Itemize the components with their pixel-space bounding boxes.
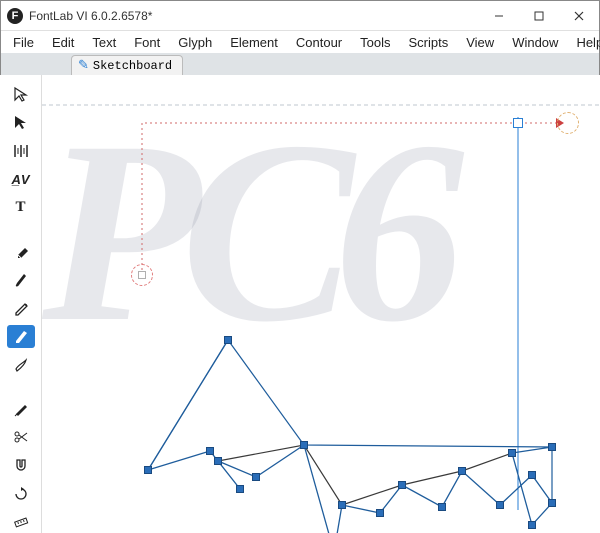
window-title: FontLab VI 6.0.2.6578*	[29, 9, 479, 23]
menu-window[interactable]: Window	[504, 33, 566, 52]
path-node[interactable]	[548, 499, 556, 507]
app-icon: F	[7, 8, 23, 24]
path-node[interactable]	[508, 449, 516, 457]
window-controls	[479, 1, 599, 31]
menu-view[interactable]: View	[458, 33, 502, 52]
tool-rail: A̲V T	[0, 75, 42, 533]
path-node[interactable]	[224, 336, 232, 344]
path-node[interactable]	[528, 521, 536, 529]
menu-glyph[interactable]: Glyph	[170, 33, 220, 52]
path-node[interactable]	[214, 457, 222, 465]
path-node[interactable]	[548, 443, 556, 451]
path-node[interactable]	[206, 447, 214, 455]
menu-element[interactable]: Element	[222, 33, 286, 52]
path-node[interactable]	[458, 467, 466, 475]
menu-font[interactable]: Font	[126, 33, 168, 52]
menu-file[interactable]: File	[5, 33, 42, 52]
tab-label: Sketchboard	[93, 59, 172, 73]
tool-select-outline[interactable]	[7, 83, 35, 105]
tab-strip: ✎ Sketchboard	[1, 53, 599, 75]
sketchboard-icon: ✎	[78, 58, 89, 73]
minimize-button[interactable]	[479, 1, 519, 31]
path-node[interactable]	[528, 471, 536, 479]
menu-tools[interactable]: Tools	[352, 33, 398, 52]
selection-handle[interactable]	[513, 118, 523, 128]
canvas[interactable]: PC6	[42, 75, 600, 533]
menu-contour[interactable]: Contour	[288, 33, 350, 52]
close-button[interactable]	[559, 1, 599, 31]
tool-text[interactable]: T	[7, 196, 35, 218]
path-node[interactable]	[300, 441, 308, 449]
menu-bar: File Edit Text Font Glyph Element Contou…	[1, 31, 599, 53]
tool-select-solid[interactable]	[7, 111, 35, 133]
menu-help[interactable]: Help	[568, 33, 600, 52]
path-node[interactable]	[144, 466, 152, 474]
tool-rotate[interactable]	[7, 482, 35, 504]
tool-magnet[interactable]	[7, 454, 35, 476]
anchor-dot[interactable]	[138, 271, 146, 279]
path-node[interactable]	[496, 501, 504, 509]
path-node[interactable]	[338, 501, 346, 509]
tool-calligraphy[interactable]	[7, 354, 35, 376]
path-node[interactable]	[252, 473, 260, 481]
tool-brush[interactable]	[7, 269, 35, 291]
maximize-button[interactable]	[519, 1, 559, 31]
path-node[interactable]	[438, 503, 446, 511]
title-bar: F FontLab VI 6.0.2.6578*	[1, 1, 599, 31]
tool-ruler[interactable]	[7, 511, 35, 533]
canvas-overlay	[42, 75, 600, 533]
tool-eraser[interactable]	[7, 240, 35, 262]
tool-metrics[interactable]	[7, 140, 35, 162]
workspace: A̲V T	[0, 75, 600, 533]
path-node[interactable]	[398, 481, 406, 489]
path-node[interactable]	[236, 485, 244, 493]
menu-scripts[interactable]: Scripts	[401, 33, 457, 52]
tool-scissors[interactable]	[7, 426, 35, 448]
menu-text[interactable]: Text	[84, 33, 124, 52]
menu-edit[interactable]: Edit	[44, 33, 82, 52]
tool-pen[interactable]	[7, 297, 35, 319]
tool-highlighter[interactable]	[7, 325, 35, 347]
direction-ring[interactable]	[557, 112, 579, 134]
tool-kerning[interactable]: A̲V	[7, 168, 35, 190]
tool-knife[interactable]	[7, 397, 35, 419]
tab-sketchboard[interactable]: ✎ Sketchboard	[71, 55, 183, 75]
path-node[interactable]	[376, 509, 384, 517]
